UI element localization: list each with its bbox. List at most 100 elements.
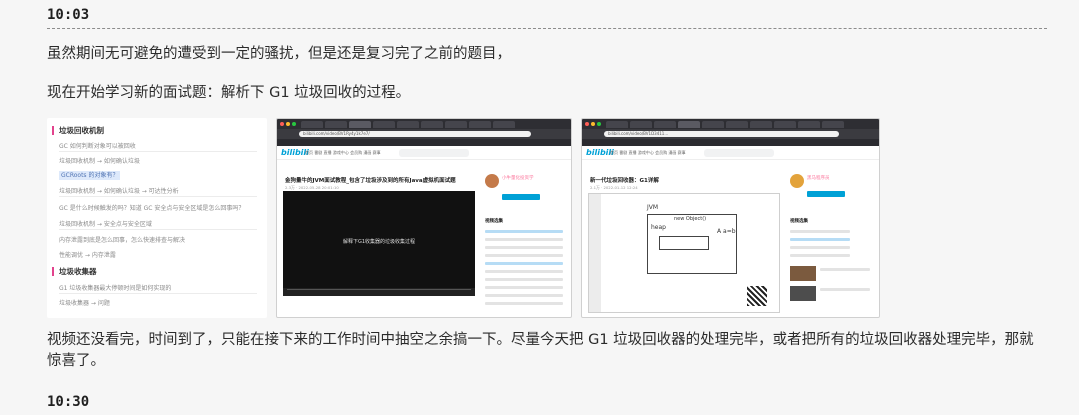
notes-divider bbox=[59, 293, 257, 294]
browser-tab bbox=[702, 121, 724, 128]
browser-tab-active bbox=[678, 121, 700, 128]
browser-tab bbox=[421, 121, 443, 128]
browser-tab bbox=[726, 121, 748, 128]
paragraph-review: 虽然期间无可避免的遭受到一定的骚扰，但是还是复习完了之前的题目， bbox=[47, 46, 511, 62]
video-title: 金狗量牛的JVM面试教程_包含了垃圾涉及到的所有Java虚拟机面试题 bbox=[285, 178, 456, 184]
dashed-divider bbox=[47, 28, 1047, 29]
notes-item: GC 如何判断对象可以被回收 bbox=[59, 143, 136, 150]
notes-item-highlighted: GCRoots 的对象有？ bbox=[59, 171, 121, 180]
bilibili-page: bilibili 首页 番剧 直播 游戏中心 会员购 漫画 赛事 金狗量牛的JV… bbox=[277, 146, 571, 317]
bookmarks-bar bbox=[582, 139, 879, 146]
video-title: 新一代垃圾回收器：G1详解 bbox=[590, 178, 659, 184]
close-dot-icon bbox=[585, 122, 589, 126]
notes-divider bbox=[59, 196, 257, 197]
maximize-dot-icon bbox=[292, 122, 296, 126]
playlist-heading: 视频选集 bbox=[485, 219, 503, 224]
progress-bar bbox=[287, 289, 471, 290]
playlist-item bbox=[485, 254, 563, 257]
browser-tab bbox=[445, 121, 467, 128]
playlist-item bbox=[790, 230, 850, 233]
bilibili-nav: bilibili 首页 番剧 直播 游戏中心 会员购 漫画 赛事 bbox=[582, 146, 879, 160]
nav-links: 首页 番剧 直播 游戏中心 会员购 漫画 赛事 bbox=[305, 150, 381, 155]
bilibili-page: bilibili 首页 番剧 直播 游戏中心 会员购 漫画 赛事 新一代垃圾回收… bbox=[582, 146, 879, 317]
notes-item: 内存泄露到底是怎么回事，怎么快速排查与解决 bbox=[59, 237, 186, 244]
bilibili-video-screenshot-1: bilibili.com/video/BV1Ry4y1k7e7/ bilibil… bbox=[276, 118, 572, 318]
recommend-thumbnail bbox=[790, 266, 816, 281]
playlist-item bbox=[485, 238, 563, 241]
sketch-box bbox=[659, 236, 709, 250]
browser-tab bbox=[774, 121, 796, 128]
recommend-title bbox=[820, 268, 870, 271]
playlist-item bbox=[485, 278, 563, 281]
browser-tab bbox=[469, 121, 491, 128]
notes-item: 垃圾收集器 → 问题 bbox=[59, 300, 110, 307]
notes-item: GC 是什么时候触发的吗？知道 GC 安全点与安全区域是怎么回事吗？ bbox=[59, 205, 245, 212]
paragraph-new-question: 现在开始学习新的面试题：解析下 G1 垃圾回收的过程。 bbox=[47, 85, 411, 101]
url-field: bilibili.com/video/BV1Ry4y1k7e7/ bbox=[299, 131, 531, 137]
playlist-item bbox=[485, 286, 563, 289]
uploader-avatar bbox=[485, 174, 499, 188]
notes-divider bbox=[59, 151, 257, 152]
browser-tab-bar bbox=[582, 119, 879, 129]
sketch-text: JVM bbox=[647, 204, 659, 211]
notes-item: 垃圾回收机制 → 如何确认垃圾 → 可达性分析 bbox=[59, 188, 179, 195]
recommend-title bbox=[820, 288, 870, 291]
browser-tab bbox=[798, 121, 820, 128]
playlist-item bbox=[485, 294, 563, 297]
notes-divider bbox=[59, 229, 257, 230]
sketch-text: A a=b bbox=[717, 228, 736, 235]
browser-tab-active bbox=[349, 121, 371, 128]
video-meta: 2.1万 · 2022-01-12 12:24 bbox=[590, 185, 638, 190]
follow-button bbox=[807, 191, 845, 197]
recommend-thumbnail bbox=[790, 286, 816, 301]
browser-tab bbox=[301, 121, 323, 128]
notes-item: 垃圾回收机制 → 安全点与安全区域 bbox=[59, 221, 152, 228]
playlist-item bbox=[485, 270, 563, 273]
close-dot-icon bbox=[280, 122, 284, 126]
timestamp-1030: 10:30 bbox=[47, 394, 90, 410]
address-bar: bilibili.com/video/BV1Ry4y1k7e7/ bbox=[277, 129, 571, 139]
bilibili-nav: bilibili 首页 番剧 直播 游戏中心 会员购 漫画 赛事 bbox=[277, 146, 571, 160]
video-player: 解释下G1收集器的垃圾收集过程 bbox=[283, 191, 475, 296]
browser-tab bbox=[750, 121, 772, 128]
playlist-item bbox=[485, 230, 563, 233]
browser-tab bbox=[822, 121, 844, 128]
browser-tab bbox=[373, 121, 395, 128]
maximize-dot-icon bbox=[597, 122, 601, 126]
browser-tab bbox=[493, 121, 515, 128]
sketch-text: heap bbox=[651, 224, 666, 231]
playlist-item bbox=[485, 246, 563, 249]
browser-tab bbox=[630, 121, 652, 128]
address-bar: bilibili.com/video/BV1D3411... bbox=[582, 129, 879, 139]
playlist-item bbox=[790, 254, 850, 257]
playlist-item bbox=[790, 246, 850, 249]
uploader-name: 黑马程序员 bbox=[807, 176, 830, 181]
playlist-heading: 视频选集 bbox=[790, 219, 808, 224]
minimize-dot-icon bbox=[591, 122, 595, 126]
playlist-item-active bbox=[485, 262, 563, 265]
playlist-item-active bbox=[790, 238, 850, 241]
drawing-toolbar bbox=[589, 194, 601, 312]
bookmarks-bar bbox=[277, 139, 571, 146]
browser-tab bbox=[325, 121, 347, 128]
uploader-name: 小牛量化投资学 bbox=[502, 176, 534, 181]
search-input bbox=[704, 149, 774, 157]
notes-heading-collectors: 垃圾收集器 bbox=[52, 267, 97, 276]
sketch-text: new Object() bbox=[674, 216, 707, 222]
notes-item: 性能调优 → 内存泄露 bbox=[59, 252, 116, 259]
bilibili-video-screenshot-2: bilibili.com/video/BV1D3411... bilibili … bbox=[581, 118, 880, 318]
nav-links: 首页 番剧 直播 游戏中心 会员购 漫画 赛事 bbox=[610, 150, 686, 155]
browser-tab-bar bbox=[277, 119, 571, 129]
browser-tab bbox=[397, 121, 419, 128]
browser-tab bbox=[654, 121, 676, 128]
uploader-avatar bbox=[790, 174, 804, 188]
follow-button bbox=[502, 194, 540, 200]
qr-code-icon bbox=[747, 286, 767, 306]
url-field: bilibili.com/video/BV1D3411... bbox=[604, 131, 839, 137]
playlist-item bbox=[485, 302, 563, 305]
minimize-dot-icon bbox=[286, 122, 290, 126]
paragraph-progress: 视频还没看完，时间到了，只能在接下来的工作时间中抽空之余搞一下。尽量今天把 G1… bbox=[47, 332, 1034, 369]
notes-item: G1 垃圾收集器最大停顿时间是如何实现的 bbox=[59, 285, 172, 292]
notes-outline-screenshot: 垃圾回收机制 GC 如何判断对象可以被回收 垃圾回收机制 → 如何确认垃圾 GC… bbox=[47, 118, 267, 318]
timestamp-1003: 10:03 bbox=[47, 7, 90, 23]
